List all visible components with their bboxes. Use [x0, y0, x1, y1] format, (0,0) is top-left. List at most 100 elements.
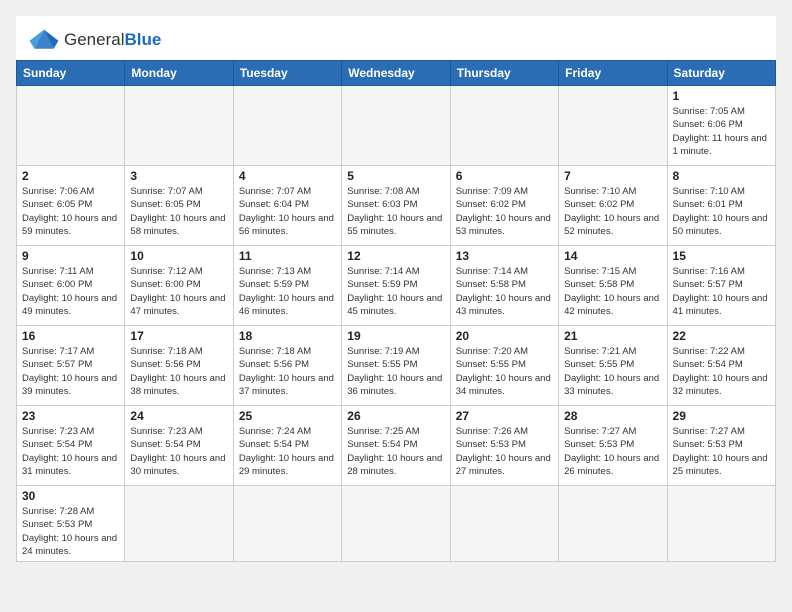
calendar-day-cell: 22 Sunrise: 7:22 AM Sunset: 5:54 PM Dayli… [667, 326, 775, 406]
calendar-day-cell [233, 86, 341, 166]
calendar-week-row: 2 Sunrise: 7:06 AM Sunset: 6:05 PM Daylig… [17, 166, 776, 246]
day-info: Sunrise: 7:27 AM Sunset: 5:53 PM Dayligh… [564, 425, 661, 478]
day-info: Sunrise: 7:07 AM Sunset: 6:04 PM Dayligh… [239, 185, 336, 238]
day-number: 3 [130, 169, 227, 183]
day-info: Sunrise: 7:26 AM Sunset: 5:53 PM Dayligh… [456, 425, 553, 478]
weekday-header-friday: Friday [559, 61, 667, 86]
day-info: Sunrise: 7:13 AM Sunset: 5:59 PM Dayligh… [239, 265, 336, 318]
calendar-table: SundayMondayTuesdayWednesdayThursdayFrid… [16, 60, 776, 562]
day-info: Sunrise: 7:14 AM Sunset: 5:59 PM Dayligh… [347, 265, 444, 318]
day-number: 11 [239, 249, 336, 263]
calendar-day-cell: 10 Sunrise: 7:12 AM Sunset: 6:00 PM Dayli… [125, 246, 233, 326]
calendar-day-cell: 9 Sunrise: 7:11 AM Sunset: 6:00 PM Daylig… [17, 246, 125, 326]
day-info: Sunrise: 7:11 AM Sunset: 6:00 PM Dayligh… [22, 265, 119, 318]
day-info: Sunrise: 7:06 AM Sunset: 6:05 PM Dayligh… [22, 185, 119, 238]
calendar-day-cell: 25 Sunrise: 7:24 AM Sunset: 5:54 PM Dayli… [233, 406, 341, 486]
day-number: 13 [456, 249, 553, 263]
day-info: Sunrise: 7:10 AM Sunset: 6:02 PM Dayligh… [564, 185, 661, 238]
calendar-day-cell [125, 86, 233, 166]
calendar-day-cell: 7Sunrise: 7:10 AM Sunset: 6:02 PM Daylig… [559, 166, 667, 246]
weekday-header-row: SundayMondayTuesdayWednesdayThursdayFrid… [17, 61, 776, 86]
day-number: 2 [22, 169, 119, 183]
weekday-header-tuesday: Tuesday [233, 61, 341, 86]
calendar-day-cell: 6Sunrise: 7:09 AM Sunset: 6:02 PM Daylig… [450, 166, 558, 246]
day-number: 27 [456, 409, 553, 423]
calendar-day-cell: 29 Sunrise: 7:27 AM Sunset: 5:53 PM Dayli… [667, 406, 775, 486]
calendar-day-cell: 19Sunrise: 7:19 AM Sunset: 5:55 PM Dayli… [342, 326, 450, 406]
day-number: 22 [673, 329, 770, 343]
day-info: Sunrise: 7:24 AM Sunset: 5:54 PM Dayligh… [239, 425, 336, 478]
day-number: 14 [564, 249, 661, 263]
calendar-day-cell: 16Sunrise: 7:17 AM Sunset: 5:57 PM Dayli… [17, 326, 125, 406]
weekday-header-saturday: Saturday [667, 61, 775, 86]
calendar-day-cell: 23Sunrise: 7:23 AM Sunset: 5:54 PM Dayli… [17, 406, 125, 486]
day-info: Sunrise: 7:16 AM Sunset: 5:57 PM Dayligh… [673, 265, 770, 318]
calendar-day-cell: 15 Sunrise: 7:16 AM Sunset: 5:57 PM Dayli… [667, 246, 775, 326]
calendar-day-cell: 26Sunrise: 7:25 AM Sunset: 5:54 PM Dayli… [342, 406, 450, 486]
day-info: Sunrise: 7:08 AM Sunset: 6:03 PM Dayligh… [347, 185, 444, 238]
calendar-day-cell: 2 Sunrise: 7:06 AM Sunset: 6:05 PM Daylig… [17, 166, 125, 246]
calendar-day-cell [17, 86, 125, 166]
day-number: 21 [564, 329, 661, 343]
calendar-day-cell: 8 Sunrise: 7:10 AM Sunset: 6:01 PM Daylig… [667, 166, 775, 246]
day-number: 8 [673, 169, 770, 183]
day-number: 20 [456, 329, 553, 343]
day-info: Sunrise: 7:28 AM Sunset: 5:53 PM Dayligh… [22, 505, 119, 558]
calendar-day-cell [342, 486, 450, 562]
calendar-day-cell [342, 86, 450, 166]
calendar-day-cell: 1Sunrise: 7:05 AM Sunset: 6:06 PM Daylig… [667, 86, 775, 166]
day-info: Sunrise: 7:22 AM Sunset: 5:54 PM Dayligh… [673, 345, 770, 398]
day-info: Sunrise: 7:27 AM Sunset: 5:53 PM Dayligh… [673, 425, 770, 478]
day-number: 29 [673, 409, 770, 423]
calendar-day-cell: 20Sunrise: 7:20 AM Sunset: 5:55 PM Dayli… [450, 326, 558, 406]
calendar-day-cell: 18 Sunrise: 7:18 AM Sunset: 5:56 PM Dayli… [233, 326, 341, 406]
logo: GeneralBlue [28, 26, 161, 54]
day-number: 12 [347, 249, 444, 263]
day-info: Sunrise: 7:18 AM Sunset: 5:56 PM Dayligh… [130, 345, 227, 398]
calendar-day-cell [559, 86, 667, 166]
day-info: Sunrise: 7:10 AM Sunset: 6:01 PM Dayligh… [673, 185, 770, 238]
calendar-week-row: 30Sunrise: 7:28 AM Sunset: 5:53 PM Dayli… [17, 486, 776, 562]
calendar-week-row: 16Sunrise: 7:17 AM Sunset: 5:57 PM Dayli… [17, 326, 776, 406]
calendar-day-cell: 28Sunrise: 7:27 AM Sunset: 5:53 PM Dayli… [559, 406, 667, 486]
calendar-day-cell: 4 Sunrise: 7:07 AM Sunset: 6:04 PM Daylig… [233, 166, 341, 246]
day-number: 15 [673, 249, 770, 263]
day-number: 19 [347, 329, 444, 343]
day-number: 25 [239, 409, 336, 423]
weekday-header-thursday: Thursday [450, 61, 558, 86]
day-info: Sunrise: 7:17 AM Sunset: 5:57 PM Dayligh… [22, 345, 119, 398]
day-number: 10 [130, 249, 227, 263]
calendar-day-cell [233, 486, 341, 562]
day-number: 18 [239, 329, 336, 343]
day-info: Sunrise: 7:07 AM Sunset: 6:05 PM Dayligh… [130, 185, 227, 238]
day-info: Sunrise: 7:23 AM Sunset: 5:54 PM Dayligh… [130, 425, 227, 478]
calendar-day-cell: 27 Sunrise: 7:26 AM Sunset: 5:53 PM Dayli… [450, 406, 558, 486]
weekday-header-sunday: Sunday [17, 61, 125, 86]
logo-text: GeneralBlue [64, 30, 161, 50]
day-number: 5 [347, 169, 444, 183]
calendar-day-cell: 11 Sunrise: 7:13 AM Sunset: 5:59 PM Dayli… [233, 246, 341, 326]
day-info: Sunrise: 7:12 AM Sunset: 6:00 PM Dayligh… [130, 265, 227, 318]
calendar-day-cell [450, 86, 558, 166]
day-info: Sunrise: 7:25 AM Sunset: 5:54 PM Dayligh… [347, 425, 444, 478]
calendar-day-cell: 12 Sunrise: 7:14 AM Sunset: 5:59 PM Dayli… [342, 246, 450, 326]
day-number: 9 [22, 249, 119, 263]
day-info: Sunrise: 7:18 AM Sunset: 5:56 PM Dayligh… [239, 345, 336, 398]
day-info: Sunrise: 7:21 AM Sunset: 5:55 PM Dayligh… [564, 345, 661, 398]
calendar-day-cell [450, 486, 558, 562]
calendar-day-cell [125, 486, 233, 562]
day-info: Sunrise: 7:23 AM Sunset: 5:54 PM Dayligh… [22, 425, 119, 478]
day-info: Sunrise: 7:15 AM Sunset: 5:58 PM Dayligh… [564, 265, 661, 318]
day-number: 4 [239, 169, 336, 183]
calendar-container: GeneralBlue SundayMondayTuesdayWednesday… [16, 16, 776, 562]
calendar-day-cell: 5 Sunrise: 7:08 AM Sunset: 6:03 PM Daylig… [342, 166, 450, 246]
header: GeneralBlue [16, 16, 776, 60]
day-info: Sunrise: 7:14 AM Sunset: 5:58 PM Dayligh… [456, 265, 553, 318]
calendar-day-cell: 24Sunrise: 7:23 AM Sunset: 5:54 PM Dayli… [125, 406, 233, 486]
calendar-week-row: 1Sunrise: 7:05 AM Sunset: 6:06 PM Daylig… [17, 86, 776, 166]
calendar-week-row: 23Sunrise: 7:23 AM Sunset: 5:54 PM Dayli… [17, 406, 776, 486]
calendar-day-cell: 13 Sunrise: 7:14 AM Sunset: 5:58 PM Dayli… [450, 246, 558, 326]
weekday-header-monday: Monday [125, 61, 233, 86]
logo-icon [28, 26, 60, 54]
weekday-header-wednesday: Wednesday [342, 61, 450, 86]
